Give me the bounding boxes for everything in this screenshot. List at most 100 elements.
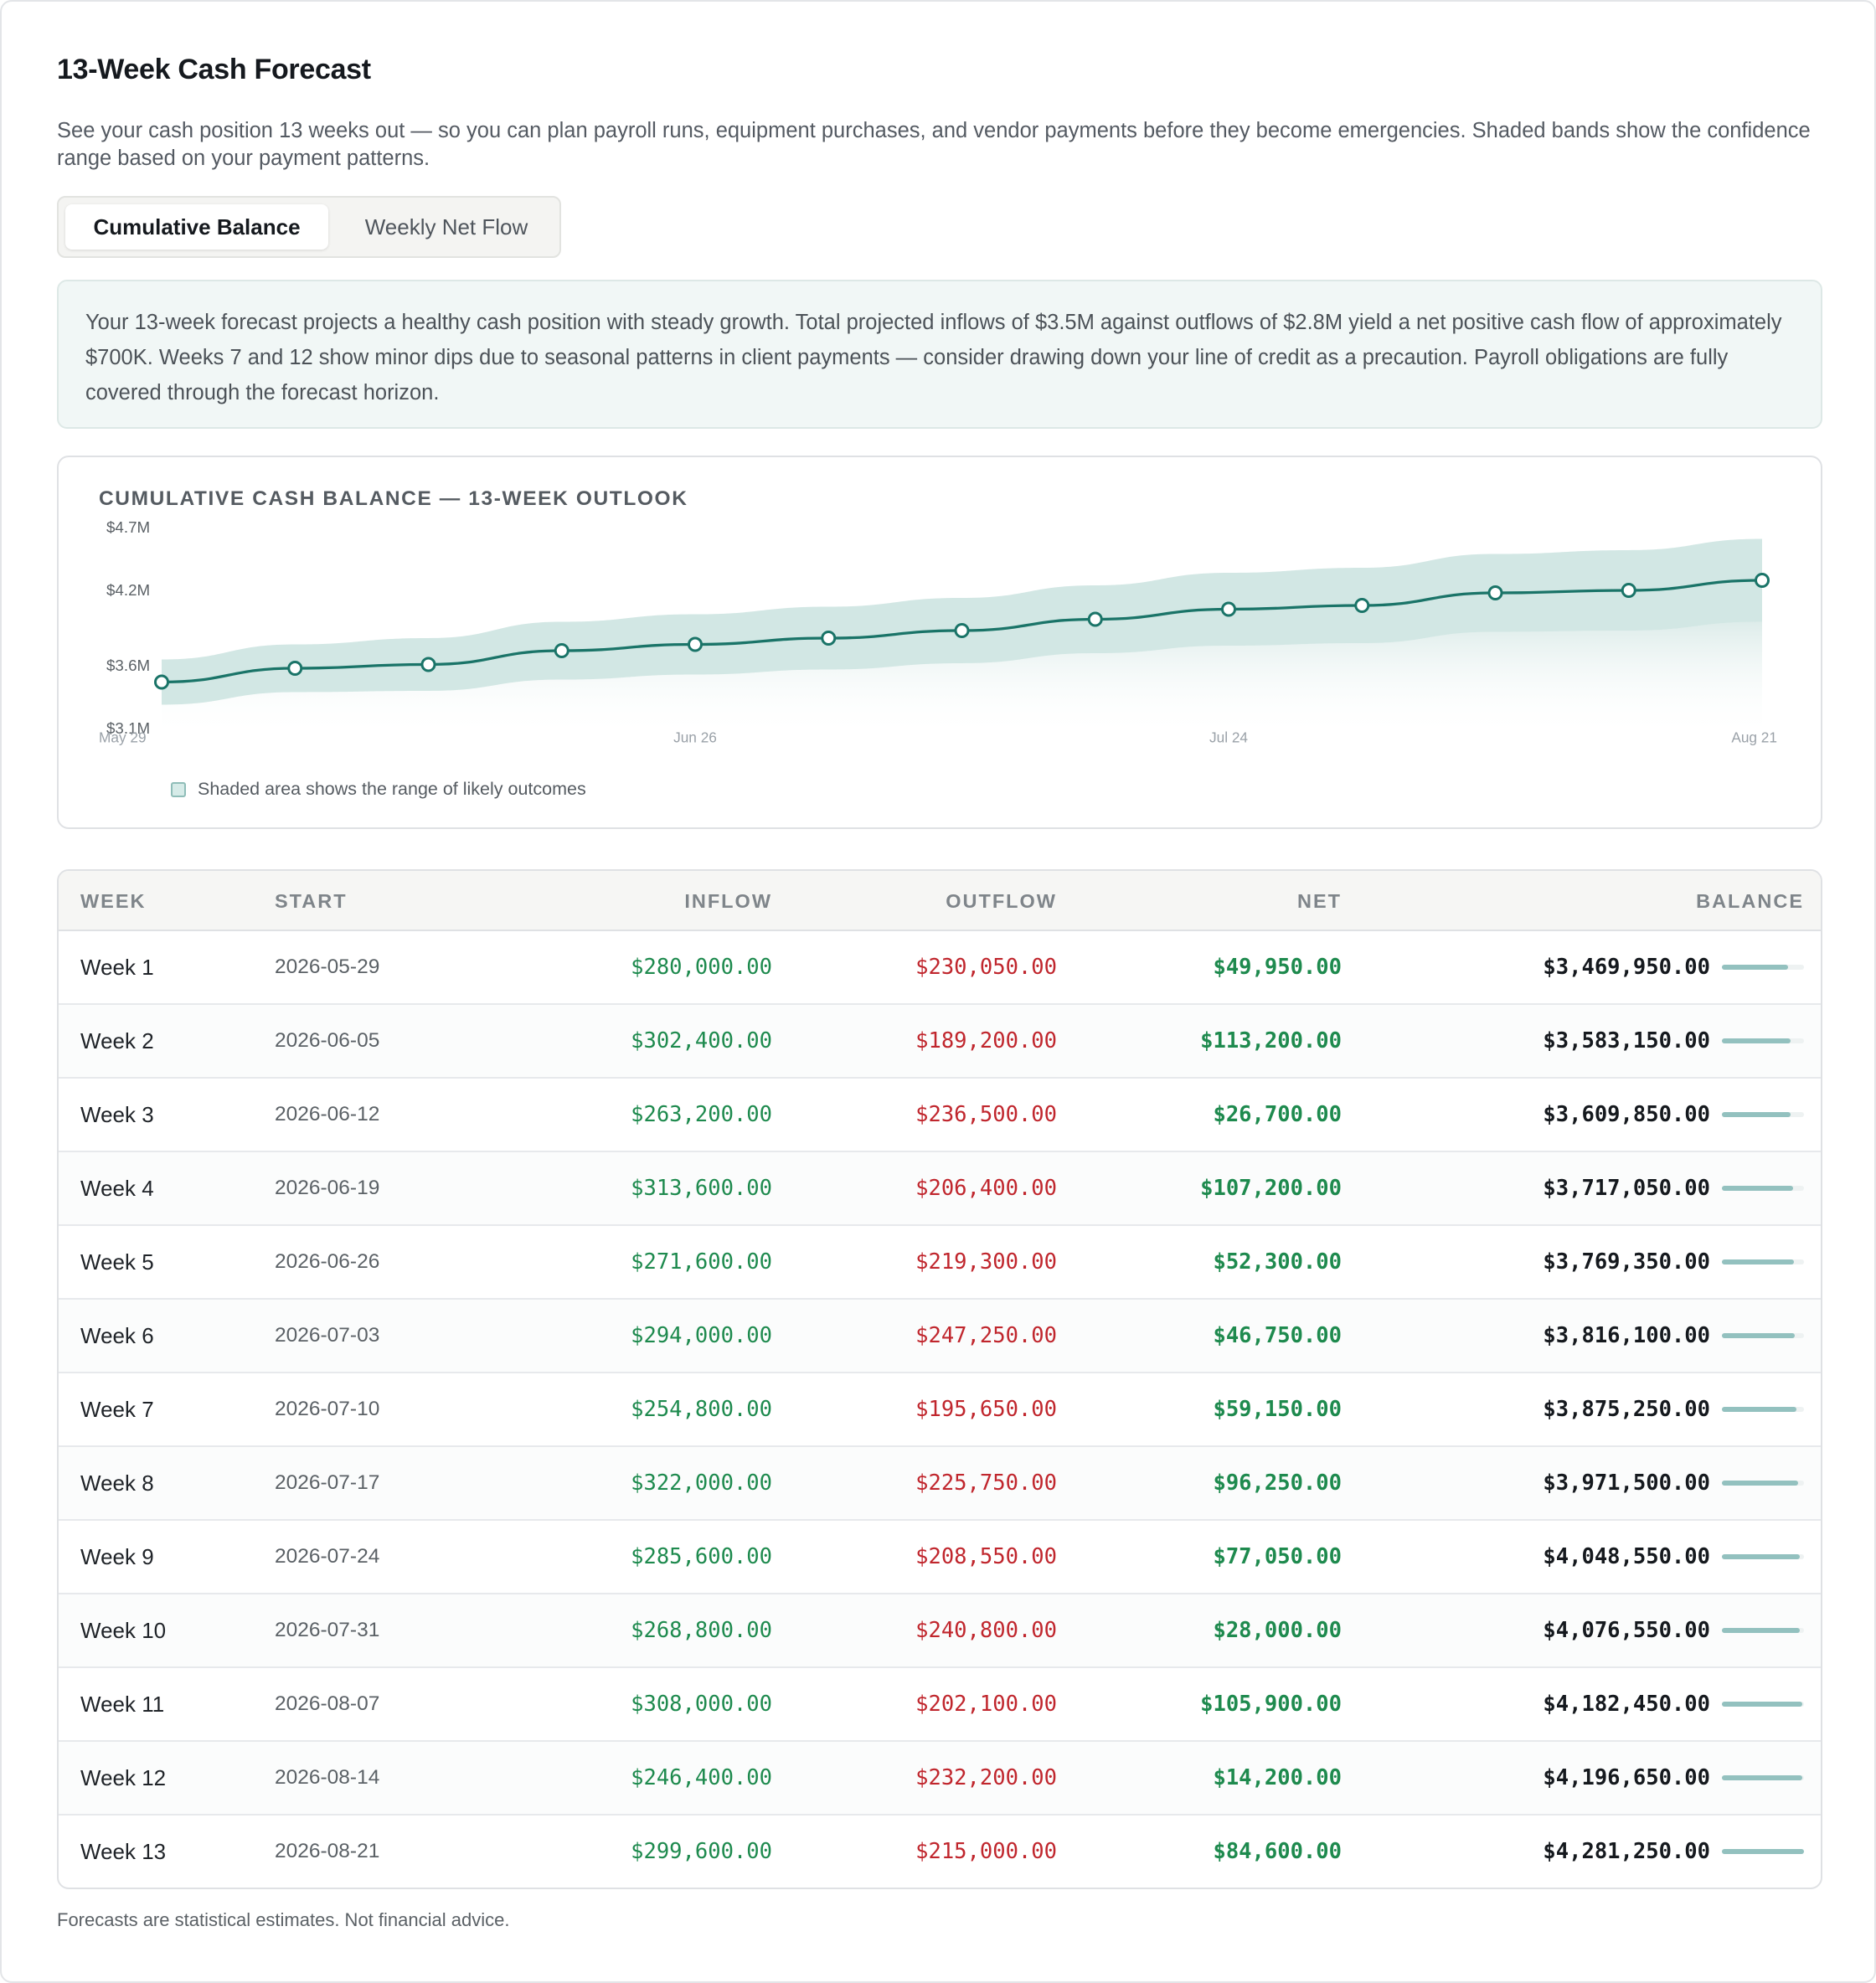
page-title: 13-Week Cash Forecast: [57, 54, 371, 85]
cell-inflow: $246,400.00: [631, 1765, 772, 1790]
page-description: See your cash position 13 weeks out — so…: [57, 119, 1811, 170]
cell-inflow: $285,600.00: [631, 1544, 772, 1569]
table-row[interactable]: Week 8 2026-07-17 $322,000.00 $225,750.00 $9…: [59, 1447, 1821, 1521]
table-row[interactable]: Week 12 2026-08-14 $246,400.00 $232,200.00 $…: [59, 1742, 1821, 1816]
balance-bar-fill: [1722, 1849, 1804, 1854]
data-point: [1220, 601, 1236, 617]
data-point: [821, 631, 837, 646]
cell-start: 2026-07-31: [275, 1619, 380, 1641]
cell-start: 2026-07-24: [275, 1545, 380, 1568]
cell-balance: $3,717,050.00: [1543, 1176, 1710, 1201]
table-row[interactable]: Week 13 2026-08-21 $299,600.00 $215,000.00 $…: [59, 1816, 1821, 1888]
table-row[interactable]: Week 2 2026-06-05 $302,400.00 $189,200.00 $1…: [59, 1005, 1821, 1079]
data-point: [1621, 583, 1636, 598]
balance-bar-fill: [1722, 1186, 1794, 1191]
cell-start: 2026-08-07: [275, 1692, 380, 1715]
cell-outflow: $219,300.00: [915, 1249, 1057, 1275]
x-tick-label: Jun 26: [673, 729, 717, 746]
legend-label: Shaded area shows the range of likely ou…: [198, 779, 586, 799]
column-header-start[interactable]: START: [275, 871, 348, 931]
balance-bar-track: [1722, 1186, 1804, 1191]
cell-outflow: $240,800.00: [915, 1618, 1057, 1643]
column-header-week[interactable]: WEEK: [80, 871, 147, 931]
data-point: [1354, 598, 1370, 613]
disclaimer: Forecasts are statistical estimates. Not…: [57, 1909, 510, 1930]
cell-outflow: $236,500.00: [915, 1102, 1057, 1127]
x-tick-label: May 29: [99, 729, 147, 746]
balance-bar-track: [1722, 1702, 1804, 1707]
chart-legend: Shaded area shows the range of likely ou…: [171, 779, 586, 800]
cell-net: $26,700.00: [1213, 1102, 1342, 1127]
cell-inflow: $263,200.00: [631, 1102, 772, 1127]
cell-balance: $4,076,550.00: [1543, 1618, 1710, 1643]
balance-bar-fill: [1722, 1702, 1803, 1707]
table-row[interactable]: Week 3 2026-06-12 $263,200.00 $236,500.00 $2…: [59, 1079, 1821, 1152]
cell-balance: $3,769,350.00: [1543, 1249, 1710, 1275]
table-row[interactable]: Week 6 2026-07-03 $294,000.00 $247,250.00 $4…: [59, 1300, 1821, 1373]
balance-bar-fill: [1722, 1259, 1795, 1264]
cell-week: Week 13: [80, 1839, 167, 1864]
cell-start: 2026-07-10: [275, 1398, 380, 1420]
cell-outflow: $230,050.00: [915, 955, 1057, 980]
cell-start: 2026-07-03: [275, 1324, 380, 1347]
cell-balance: $3,816,100.00: [1543, 1323, 1710, 1348]
column-header-outflow[interactable]: OUTFLOW: [946, 871, 1057, 931]
forecast-table: WEEK START INFLOW OUTFLOW NET BALANCE We…: [57, 869, 1822, 1889]
tab-cumulative-balance[interactable]: Cumulative Balance: [65, 204, 328, 250]
balance-bar-fill: [1722, 1112, 1791, 1117]
balance-bar-fill: [1722, 1481, 1799, 1486]
balance-bar-track: [1722, 1407, 1804, 1412]
data-point: [1087, 611, 1103, 627]
cell-start: 2026-06-19: [275, 1177, 380, 1199]
chart-plot-group: $4.7M$4.2M$3.6M$3.1MMay 29 Jun 26 Jul 24 Au…: [99, 518, 1777, 746]
table-row[interactable]: Week 9 2026-07-24 $285,600.00 $208,550.00 $7…: [59, 1521, 1821, 1594]
balance-bar-track: [1722, 1112, 1804, 1117]
cell-outflow: $195,650.00: [915, 1397, 1057, 1422]
cell-balance: $3,971,500.00: [1543, 1471, 1710, 1496]
cell-balance: $4,182,450.00: [1543, 1692, 1710, 1717]
x-tick-label: Jul 24: [1209, 729, 1248, 746]
cell-inflow: $302,400.00: [631, 1028, 772, 1053]
table-row[interactable]: Week 1 2026-05-29 $280,000.00 $230,050.00 $4…: [59, 931, 1821, 1005]
column-header-balance[interactable]: BALANCE: [1696, 871, 1804, 931]
column-header-net[interactable]: NET: [1297, 871, 1342, 931]
table-row[interactable]: Week 10 2026-07-31 $268,800.00 $240,800.00 $…: [59, 1594, 1821, 1668]
forecast-panel: 13-Week Cash Forecast See your cash posi…: [0, 0, 1876, 1983]
balance-bar-track: [1722, 1554, 1804, 1559]
cell-week: Week 3: [80, 1102, 154, 1127]
cell-outflow: $189,200.00: [915, 1028, 1057, 1053]
cell-week: Week 7: [80, 1397, 154, 1422]
data-point: [687, 636, 703, 652]
cell-week: Week 12: [80, 1765, 167, 1790]
cell-net: $77,050.00: [1213, 1544, 1342, 1569]
tab-weekly-net-flow[interactable]: Weekly Net Flow: [338, 204, 554, 250]
cell-balance: $3,875,250.00: [1543, 1397, 1710, 1422]
column-header-inflow[interactable]: INFLOW: [684, 871, 772, 931]
cell-net: $113,200.00: [1200, 1028, 1342, 1053]
cell-start: 2026-06-05: [275, 1029, 380, 1052]
balance-bar-fill: [1722, 1554, 1801, 1559]
cell-balance: $4,048,550.00: [1543, 1544, 1710, 1569]
cell-balance: $3,583,150.00: [1543, 1028, 1710, 1053]
balance-bar-fill: [1722, 1333, 1796, 1338]
cell-week: Week 5: [80, 1249, 154, 1275]
table-row[interactable]: Week 11 2026-08-07 $308,000.00 $202,100.00 $…: [59, 1668, 1821, 1742]
table-row[interactable]: Week 4 2026-06-19 $313,600.00 $206,400.00 $1…: [59, 1152, 1821, 1226]
balance-bar-track: [1722, 1259, 1804, 1264]
legend-swatch: [171, 781, 186, 797]
cell-net: $52,300.00: [1213, 1249, 1342, 1275]
cell-outflow: $206,400.00: [915, 1176, 1057, 1201]
cell-net: $96,250.00: [1213, 1471, 1342, 1496]
cell-inflow: $294,000.00: [631, 1323, 772, 1348]
table-row[interactable]: Week 7 2026-07-10 $254,800.00 $195,650.00 $5…: [59, 1373, 1821, 1447]
cell-inflow: $268,800.00: [631, 1618, 772, 1643]
table-row[interactable]: Week 5 2026-06-26 $271,600.00 $219,300.00 $5…: [59, 1226, 1821, 1300]
data-point: [954, 623, 970, 638]
cell-net: $14,200.00: [1213, 1765, 1342, 1790]
cell-balance: $3,469,950.00: [1543, 955, 1710, 980]
y-tick-label: $4.2M: [106, 581, 150, 599]
cell-inflow: $322,000.00: [631, 1471, 772, 1496]
cell-week: Week 1: [80, 955, 154, 980]
data-point: [287, 661, 303, 676]
cell-start: 2026-05-29: [275, 955, 380, 978]
